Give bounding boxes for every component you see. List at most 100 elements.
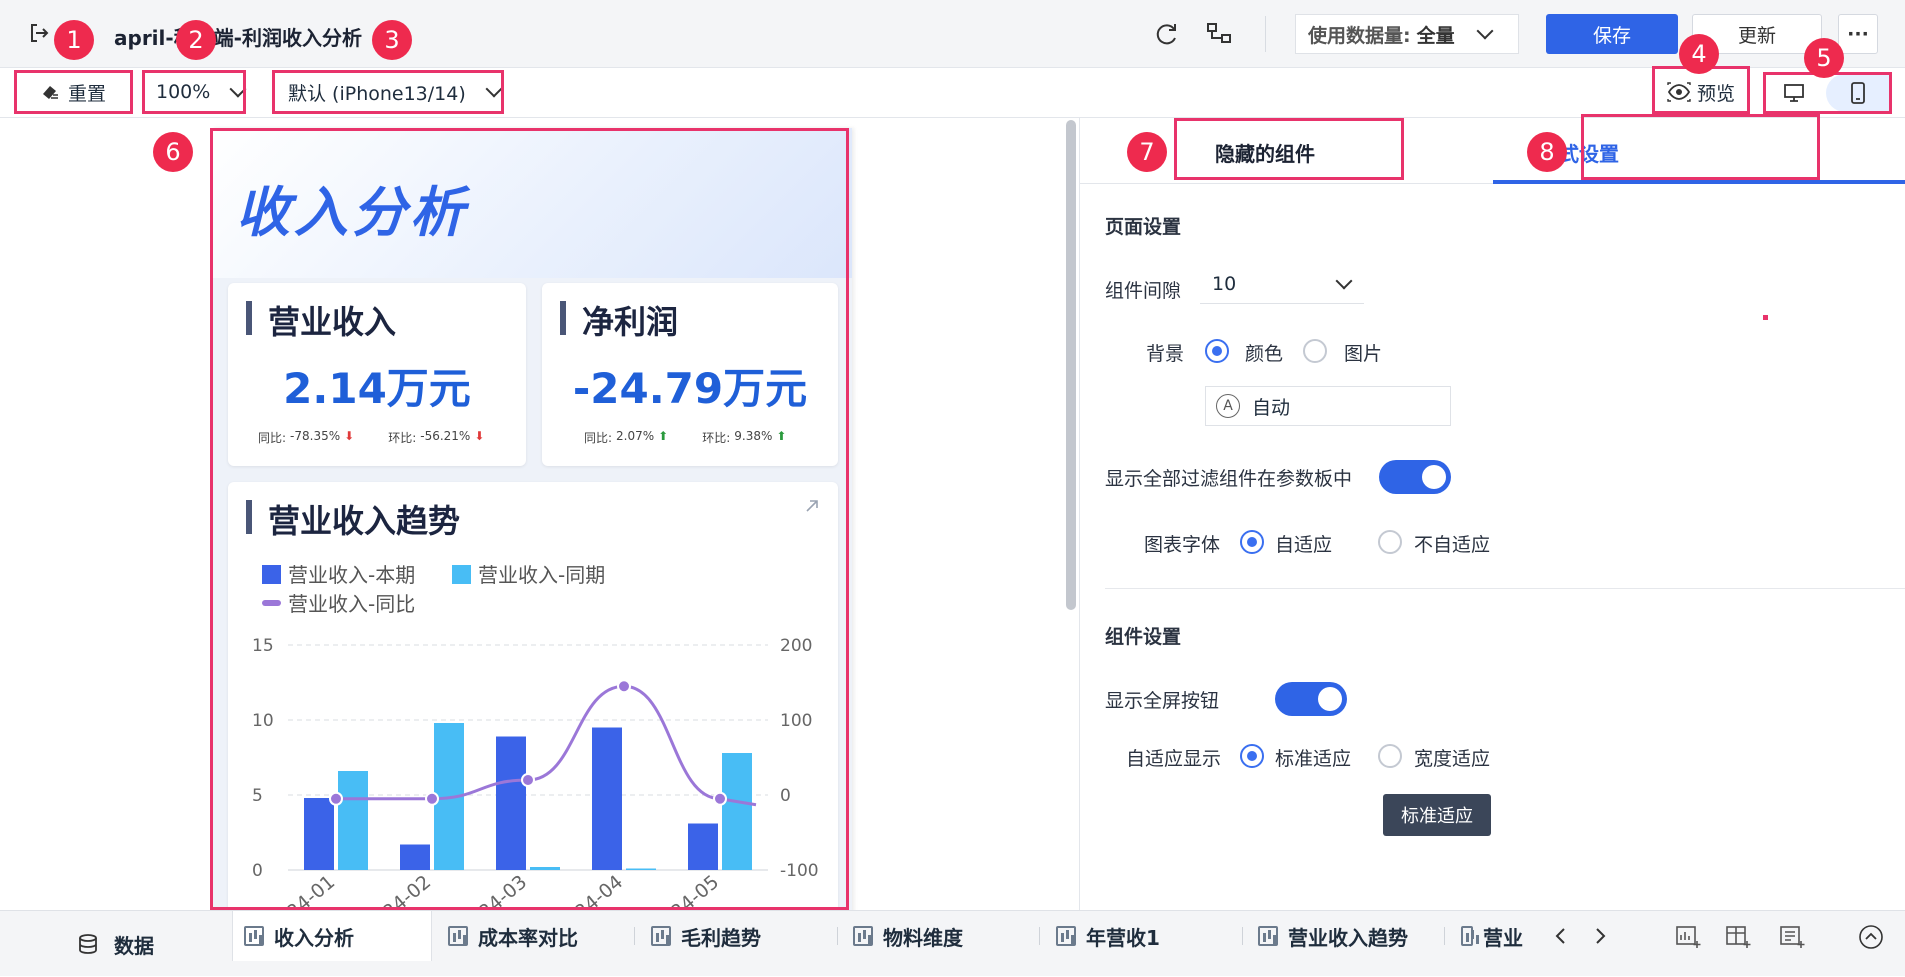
sheet-tab-label: 收入分析	[274, 925, 354, 950]
add-dashboard-icon[interactable]	[1676, 925, 1702, 949]
mobile-icon[interactable]	[1826, 74, 1890, 112]
font-adaptive-radio[interactable]	[1240, 530, 1264, 554]
page-settings-heading: 页面设置	[1105, 216, 1182, 238]
sheet-tab[interactable]: 营业	[1461, 903, 1523, 969]
legend-label: 营业收入-本期	[288, 563, 415, 587]
legend-label: 营业收入-同期	[478, 563, 605, 587]
bg-image-label: 图片	[1344, 343, 1383, 365]
sheet-tab[interactable]: 收入分析	[244, 903, 354, 969]
data-usage-select[interactable]: 使用数据量: 全量	[1295, 14, 1519, 54]
chevron-down-icon	[229, 80, 247, 98]
gap-value: 10	[1212, 272, 1237, 295]
auto-color-icon: A	[1216, 394, 1240, 418]
device-select[interactable]: 默认 (iPhone13/14)	[274, 72, 503, 112]
zoom-select[interactable]: 100%	[144, 72, 247, 112]
y-left-tick-label: 5	[252, 786, 263, 806]
bg-color-radio[interactable]	[1205, 339, 1229, 363]
mom-value: -56.21%	[420, 429, 471, 443]
next-tab-icon[interactable]	[1592, 927, 1608, 945]
bar	[304, 798, 334, 870]
data-tab[interactable]: 数据	[78, 911, 154, 977]
kpi-card-net-profit[interactable]: 净利润 -24.79万元 同比: 2.07% ⬆ 环比: 9.38% ⬆	[542, 283, 838, 466]
device-value: 默认 (iPhone13/14)	[288, 82, 466, 105]
y-left-tick-label: 10	[252, 711, 274, 731]
font-non-adaptive-radio[interactable]	[1378, 530, 1402, 554]
legend-swatch	[452, 565, 471, 584]
bar	[688, 823, 718, 870]
settings-panel: 隐藏的组件 样式设置 页面设置 组件间隙 10 背景 颜色 图片 A 自动 显示…	[1079, 118, 1905, 910]
bar	[400, 844, 430, 870]
sheet-tab-label: 成本率对比	[478, 925, 578, 950]
y-left-tick-label: 15	[252, 636, 274, 656]
arrow-up-icon: ⬆	[658, 429, 669, 443]
bar	[722, 753, 752, 870]
report-title: april-移动端-利润收入分析	[114, 26, 362, 50]
line-point	[521, 773, 535, 787]
y-right-tick-label: 100	[780, 711, 812, 731]
data-usage-label: 使用数据量:	[1308, 24, 1411, 47]
line-point	[425, 791, 439, 806]
sheet-tab[interactable]: 物料维度	[853, 903, 963, 969]
title-accent-bar	[560, 301, 566, 335]
device-toggle	[1766, 74, 1890, 112]
bar	[626, 868, 656, 870]
chart-icon	[1056, 926, 1076, 946]
y-left-tick-label: 0	[252, 861, 263, 881]
preview-label: 预览	[1696, 82, 1735, 105]
bg-auto-value: 自动	[1252, 396, 1291, 419]
bar	[338, 771, 368, 870]
save-button[interactable]: 保存	[1546, 14, 1678, 54]
kpi-compare-row: 同比: -78.35% ⬇ 环比: -56.21% ⬇	[258, 429, 484, 446]
bg-color-select[interactable]: A 自动	[1205, 386, 1451, 426]
annotation-badge: 2	[176, 20, 216, 60]
mobile-dashboard[interactable]: 收入分析 营业收入 2.14万元 同比: -78.35% ⬇ 环比: -56.2…	[212, 128, 852, 910]
data-usage-value: 全量	[1416, 24, 1455, 47]
arrow-down-icon: ⬇	[344, 429, 355, 443]
fullscreen-toggle[interactable]	[1275, 682, 1347, 716]
trend-chart-card[interactable]: 营业收入趋势 营业收入-本期 营业收入-同期 营业收入-同比 0 5 10 15 -100 0 1…	[228, 482, 838, 910]
bg-color-label: 颜色	[1245, 343, 1284, 365]
sheet-tab[interactable]: 营业收入趋势	[1258, 903, 1408, 969]
refresh-icon[interactable]	[1154, 21, 1180, 47]
mom-value: 9.38%	[734, 429, 773, 443]
add-table-icon[interactable]	[1726, 925, 1752, 949]
line-point	[617, 679, 631, 694]
kpi-card-revenue[interactable]: 营业收入 2.14万元 同比: -78.35% ⬇ 环比: -56.21% ⬇	[228, 283, 526, 466]
gap-select[interactable]: 10	[1200, 264, 1364, 304]
tab-style-settings[interactable]: 样式设置	[1494, 138, 1664, 167]
adapt-width-radio[interactable]	[1378, 744, 1402, 768]
reset-button[interactable]: 重置	[16, 72, 130, 112]
sheet-tab[interactable]: 毛利趋势	[651, 903, 761, 969]
show-filters-toggle[interactable]	[1379, 460, 1451, 494]
divider	[1265, 16, 1266, 52]
canvas-scrollbar[interactable]	[1066, 120, 1076, 610]
sheet-tab-label: 年营收1	[1086, 925, 1160, 950]
bg-image-radio[interactable]	[1303, 339, 1327, 363]
legend-swatch	[262, 565, 281, 584]
chart-title: 营业收入趋势	[268, 502, 461, 540]
preview-button[interactable]: 预览	[1655, 72, 1747, 112]
lineage-icon[interactable]	[1206, 21, 1234, 47]
add-report-icon[interactable]	[1780, 925, 1806, 949]
yoy-label: 同比:	[584, 431, 613, 445]
adapt-standard-radio[interactable]	[1240, 744, 1264, 768]
line-point	[329, 791, 343, 806]
expand-icon[interactable]	[802, 496, 822, 516]
chart-icon	[1258, 926, 1278, 946]
sheet-tab[interactable]: 成本率对比	[448, 903, 578, 969]
more-button[interactable]: ···	[1838, 14, 1878, 54]
bar	[592, 727, 622, 870]
dashboard-title: 收入分析	[236, 181, 468, 244]
y-right-tick-label: -100	[780, 861, 819, 881]
collapse-up-icon[interactable]	[1858, 924, 1884, 950]
chart-icon	[651, 926, 671, 946]
exit-icon[interactable]	[28, 22, 50, 44]
sheet-tab[interactable]: 年营收1	[1056, 903, 1160, 969]
tab-hidden-components[interactable]: 隐藏的组件	[1175, 138, 1355, 167]
prev-tab-icon[interactable]	[1553, 927, 1569, 945]
adapt-width-label: 宽度适应	[1414, 748, 1491, 770]
title-accent-bar	[246, 500, 252, 534]
annotation-badge: 4	[1679, 34, 1719, 74]
arrow-down-icon: ⬇	[474, 429, 485, 443]
desktop-icon[interactable]	[1766, 74, 1822, 112]
